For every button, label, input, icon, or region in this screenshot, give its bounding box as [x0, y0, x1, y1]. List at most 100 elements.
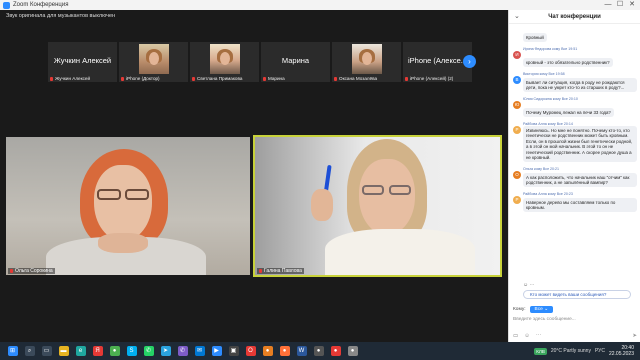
message-meta: Юлия Сидоркина кому Все 20:10	[523, 97, 578, 101]
word-icon[interactable]: W	[296, 346, 307, 356]
chat-message: О Ольга кому Все 20:21 А как расположить…	[513, 167, 637, 189]
participant-tile[interactable]: Жучкин Алексей Жучкин Алексей	[48, 42, 117, 82]
window-controls: — ☐ ✕	[602, 0, 638, 10]
system-tray: КЛВ 20°C Partly sunny РУС 20:40 22.05.20…	[534, 342, 634, 360]
next-page-button[interactable]: ›	[463, 55, 476, 68]
avatar: Ю	[513, 101, 521, 109]
participant-name-large: iPhone (Алексе...	[407, 56, 468, 65]
participant-label: Светлана Примакова	[192, 76, 242, 81]
message-text: кровный - это обязательно родственник?	[523, 58, 613, 68]
whatsapp-icon[interactable]: ✆	[143, 346, 154, 356]
participant-label: iPhone (Доктор)	[121, 76, 160, 81]
mic-muted-icon	[334, 76, 337, 81]
collapse-chat-icon[interactable]: ⌄	[514, 12, 520, 20]
avatar: Р	[513, 126, 521, 134]
chrome-icon[interactable]: ●	[109, 346, 120, 356]
chat-header: ⌄ Чат конференции	[509, 10, 640, 24]
message-text: Почему Муромец лежал на печи 33 года?	[523, 108, 614, 118]
message-text: Бывает ли ситуация, когда в роду не рожд…	[523, 77, 637, 93]
title-bar: Zoom Конференция — ☐ ✕	[0, 0, 640, 10]
taskbar: ⊞ ⌕ ▭ ▬ e Я ● S ✆ ➤ ✆ ✉ ▶ ▣ O ● ● W ● ● ● КЛВ 20°C Partly su…	[0, 342, 640, 360]
chat-message: Р Райбова Алла кому Все 20:14 Извиняюсь.…	[513, 122, 637, 164]
skype-icon[interactable]: S	[126, 346, 137, 356]
participant-name-large: Жучкин Алексей	[53, 56, 112, 65]
participant-video	[351, 44, 382, 74]
participant-tile[interactable]: Светлана Примакова	[190, 42, 259, 82]
chat-panel: ⌄ Чат конференции Кровный И Ирина Федоро…	[508, 10, 640, 342]
avatar: И	[513, 51, 521, 59]
chat-message: В Виктория кому Все 19:58 Бывает ли ситу…	[513, 72, 637, 94]
message-text: Наверное дерево мы составляем только по …	[523, 197, 637, 213]
viber-icon[interactable]: ✆	[177, 346, 188, 356]
photo-icon[interactable]: ▣	[228, 346, 239, 356]
participant-name-large: Марина	[281, 56, 310, 65]
avatar: P	[513, 196, 521, 205]
message-text: А как расположить, что начальник наш "от…	[523, 172, 637, 188]
message-text: Извиняюсь. Но мне не понятно. Почему кто…	[523, 126, 637, 163]
language-indicator[interactable]: РУС	[595, 348, 605, 354]
participant-label: Марина	[263, 76, 285, 81]
participant-video	[209, 44, 240, 74]
maximize-button[interactable]: ☐	[614, 0, 626, 10]
start-icon[interactable]: ⊞	[7, 346, 18, 356]
app2-icon[interactable]: ●	[347, 346, 358, 356]
chat-message: Ю Юлия Сидоркина кому Все 20:10 Почему М…	[513, 97, 637, 119]
mic-muted-icon	[121, 76, 124, 81]
message-meta: Виктория кому Все 19:58	[523, 72, 565, 76]
zoom-window: Zoom Конференция — ☐ ✕ Звук оригинала дл…	[0, 0, 640, 360]
message-actions[interactable]: ☺ ⋯	[523, 282, 535, 288]
emoji-icon[interactable]: ☺	[524, 333, 530, 339]
zoom-app-icon	[3, 1, 10, 9]
search-icon[interactable]: ⌕	[24, 346, 35, 356]
chat-message: P Райбова Алла кому Все 20:23 Наверное д…	[513, 192, 637, 214]
message-text: Кровный	[523, 33, 547, 43]
window-title: Zoom Конференция	[13, 2, 69, 8]
participant-strip: Жучкин Алексей Жучкин Алексей iPhone (До…	[48, 42, 476, 82]
participant-tile[interactable]: iPhone (Алексе... iPhone (Алексей) (2)	[403, 42, 472, 82]
message-meta: Райбова Алла кому Все 20:23	[523, 192, 573, 197]
speaker-video-left[interactable]: Ольга Сорокина	[6, 137, 250, 275]
participant-tile[interactable]: Оксана Мозалёва	[332, 42, 401, 82]
weather-widget[interactable]: 20°C Partly sunny	[551, 348, 591, 354]
clock[interactable]: 20:40 22.05.2023	[609, 345, 634, 357]
chat-title: Чат конференции	[548, 13, 601, 20]
speaker-name-label: Ольга Сорокина	[8, 268, 55, 274]
chat-toolbar: ▭ ☺ ⋯ ➤	[513, 332, 637, 340]
edge-icon[interactable]: e	[75, 346, 86, 356]
firefox-icon[interactable]: ●	[279, 346, 290, 356]
chat-input[interactable]: Введите здесь сообщение...	[513, 317, 637, 329]
minimize-button[interactable]: —	[602, 0, 614, 10]
tray-badge[interactable]: КЛВ	[534, 347, 547, 355]
recipient-label: Кому:	[513, 307, 526, 312]
original-sound-button[interactable]: Звук оригинала для музыкантов выключен	[6, 13, 115, 19]
opera-icon[interactable]: O	[245, 346, 256, 356]
more-icon[interactable]: ⋯	[536, 333, 542, 339]
screenshot-icon[interactable]: ▭	[513, 333, 518, 339]
message-meta: Ольга кому Все 20:21	[523, 167, 560, 172]
media-icon[interactable]: ●	[262, 346, 273, 356]
who-can-see-button[interactable]: Кто может видеть ваши сообщения?	[523, 290, 631, 299]
send-icon[interactable]: ➤	[632, 333, 637, 339]
mic-muted-icon	[263, 76, 266, 81]
zoom-icon[interactable]: ▶	[211, 346, 222, 356]
participant-label: iPhone (Алексей) (2)	[405, 76, 453, 81]
participant-label: Жучкин Алексей	[50, 76, 90, 81]
yandex-icon[interactable]: Я	[92, 346, 103, 356]
mail-icon[interactable]: ✉	[194, 346, 205, 356]
speaker-video-active[interactable]: Галина Павлова	[253, 135, 502, 277]
telegram-icon[interactable]: ➤	[160, 346, 171, 356]
avatar: В	[513, 76, 521, 84]
file-explorer-icon[interactable]: ▬	[58, 346, 69, 356]
chat-message: Кровный	[513, 25, 637, 44]
speaker-name-label: Галина Павлова	[257, 268, 304, 274]
chat-message: И Ирина Федорова кому Все 19:51 кровный …	[513, 47, 637, 69]
close-button[interactable]: ✕	[626, 0, 638, 10]
app-icon[interactable]: ●	[313, 346, 324, 356]
participant-tile[interactable]: Марина Марина	[261, 42, 330, 82]
task-view-icon[interactable]: ▭	[41, 346, 52, 356]
recipient-select[interactable]: Все ⌄	[529, 306, 554, 313]
chat-messages[interactable]: Кровный И Ирина Федорова кому Все 19:51 …	[509, 25, 640, 283]
participant-tile[interactable]: iPhone (Доктор)	[119, 42, 188, 82]
browser-icon[interactable]: ●	[330, 346, 341, 356]
recipient-row: Кому: Все ⌄	[513, 305, 554, 314]
